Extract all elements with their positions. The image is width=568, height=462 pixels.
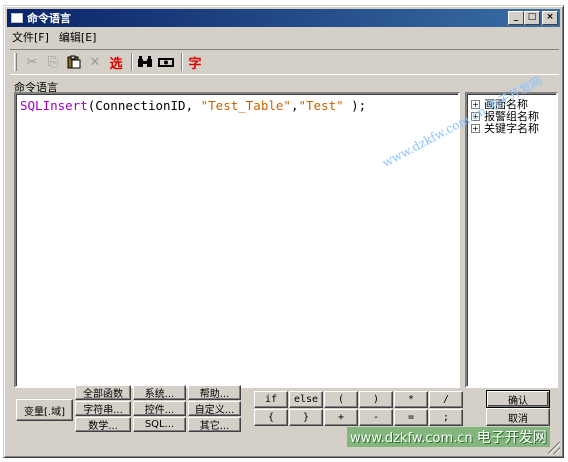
watermark-url: www.dzkfw.com.cn xyxy=(350,431,473,446)
op-plus-button[interactable]: + xyxy=(324,409,358,426)
select-icon[interactable]: 选 xyxy=(107,53,125,72)
help-button[interactable]: 帮助... xyxy=(188,385,241,400)
op-close-brace-button[interactable]: } xyxy=(289,409,323,426)
op-else-button[interactable]: else xyxy=(289,391,323,408)
char-icon[interactable]: 字 xyxy=(186,53,204,72)
cut-icon[interactable]: ✂ xyxy=(23,53,41,71)
op-semicolon-button[interactable]: ; xyxy=(429,409,463,426)
menu-edit[interactable]: 编辑[E] xyxy=(59,29,97,45)
op-open-brace-button[interactable]: { xyxy=(254,409,288,426)
all-functions-button[interactable]: 全部函数 xyxy=(75,385,131,400)
cancel-button[interactable]: 取消 xyxy=(486,408,550,426)
math-button[interactable]: 数学... xyxy=(75,417,131,432)
maximize-button[interactable]: □ xyxy=(524,11,540,25)
code-editor[interactable]: SQLInsert(ConnectionID, "Test_Table","Te… xyxy=(14,92,460,388)
code-function: SQLInsert xyxy=(20,98,88,113)
replace-icon[interactable] xyxy=(157,53,175,71)
toolbar-grip[interactable] xyxy=(14,53,17,71)
copy-icon[interactable]: ⎘ xyxy=(44,53,62,71)
menu-file[interactable]: 文件[F] xyxy=(12,29,49,45)
op-if-button[interactable]: if xyxy=(254,391,288,408)
variable-button[interactable]: 变量[.域] xyxy=(16,399,73,421)
code-args-open: (ConnectionID, xyxy=(87,98,201,113)
toolbar: ✂ ⎘ ✕ 选 字 xyxy=(10,49,559,75)
op-open-paren-button[interactable]: ( xyxy=(324,391,358,408)
delete-icon[interactable]: ✕ xyxy=(86,53,104,71)
toolbar-separator xyxy=(181,53,183,71)
code-string-record: "Test" xyxy=(298,98,344,113)
ok-button[interactable]: 确认 xyxy=(486,390,550,408)
op-divide-button[interactable]: / xyxy=(429,391,463,408)
minimize-button[interactable]: _ xyxy=(508,11,524,25)
close-button[interactable]: × xyxy=(542,11,558,25)
resize-grip-icon[interactable] xyxy=(548,442,560,454)
other-button[interactable]: 其它... xyxy=(188,417,241,432)
op-equals-button[interactable]: = xyxy=(394,409,428,426)
name-tree[interactable]: + 画面名称 + 报警组名称 + 关键字名称 xyxy=(465,92,558,388)
window-title: 命令语言 xyxy=(27,12,71,25)
find-icon[interactable] xyxy=(136,53,154,71)
code-close: ); xyxy=(343,98,367,113)
code-string-table: "Test_Table" xyxy=(200,98,291,113)
code-line: SQLInsert(ConnectionID, "Test_Table","Te… xyxy=(20,98,366,113)
paste-icon[interactable] xyxy=(65,53,83,71)
tree-item-label: 关键字名称 xyxy=(484,122,539,135)
string-button[interactable]: 字符串... xyxy=(75,401,131,416)
system-button[interactable]: 系统... xyxy=(133,385,186,400)
op-multiply-button[interactable]: * xyxy=(394,391,428,408)
toolbar-separator xyxy=(131,53,133,71)
title-bar[interactable]: 命令语言 _ □ × xyxy=(7,9,560,27)
app-icon xyxy=(11,13,23,23)
tree-item-keywords[interactable]: + 关键字名称 xyxy=(471,122,556,135)
bottom-watermark: www.dzkfw.com.cn 电子开发网 xyxy=(347,427,550,447)
op-close-paren-button[interactable]: ) xyxy=(359,391,393,408)
menu-bar: 文件[F] 编辑[E] xyxy=(12,29,96,45)
command-language-window: 命令语言 _ □ × 文件[F] 编辑[E] ✂ ⎘ ✕ 选 字 命令语言 SQ… xyxy=(3,5,564,458)
op-minus-button[interactable]: - xyxy=(359,409,393,426)
sql-button[interactable]: SQL... xyxy=(133,417,186,432)
control-button[interactable]: 控件... xyxy=(133,401,186,416)
custom-button[interactable]: 自定义... xyxy=(188,401,241,416)
window-controls: _ □ × xyxy=(508,11,558,25)
watermark-site-name: 电子开发网 xyxy=(476,430,547,446)
